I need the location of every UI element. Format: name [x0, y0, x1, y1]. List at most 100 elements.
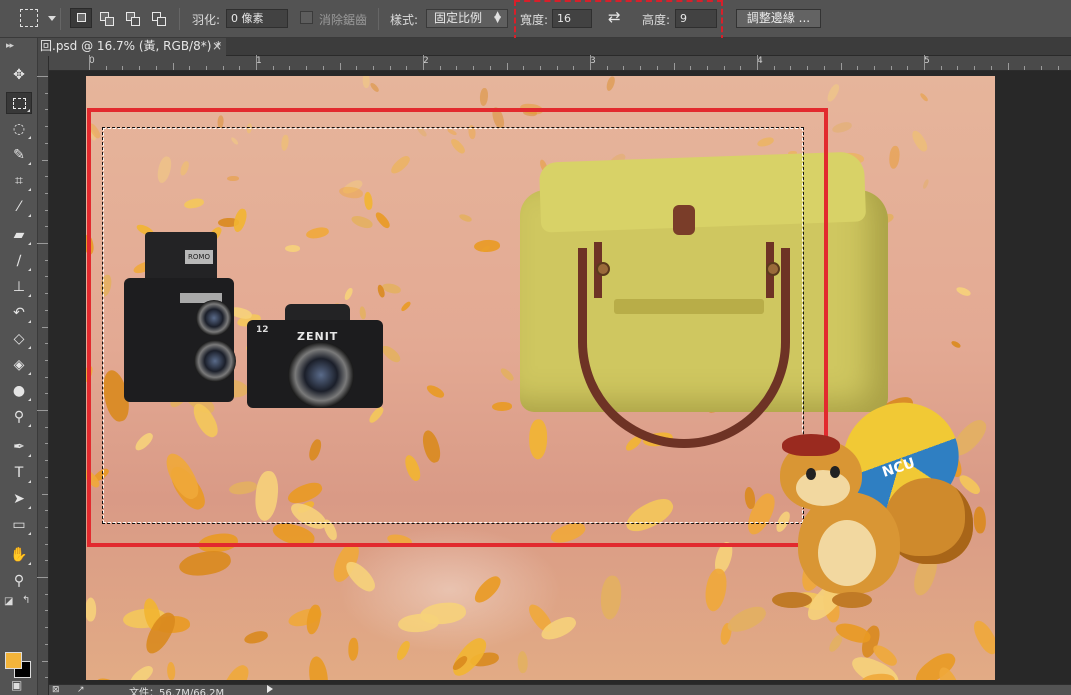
leaf — [99, 274, 113, 298]
paint-bucket-icon[interactable]: ◈ — [6, 354, 32, 376]
ruler-tick — [45, 359, 48, 361]
document-canvas-image[interactable] — [86, 76, 995, 680]
leaf — [621, 493, 678, 539]
add-to-selection-button[interactable] — [96, 8, 118, 28]
divider — [60, 8, 61, 30]
tool-preset-picker[interactable] — [20, 9, 38, 27]
panel-collapse-icon[interactable]: ▸▸ — [6, 41, 14, 51]
path-selection-icon[interactable]: ➤ — [6, 488, 32, 510]
swap-colors-icon[interactable]: ↰ — [22, 595, 30, 606]
ruler-tick — [139, 66, 141, 70]
leaf — [667, 247, 691, 259]
zoom-level-box-icon[interactable]: ⊠ — [52, 685, 60, 695]
ruler-tick — [573, 66, 575, 70]
leaf — [86, 233, 95, 255]
ruler-tick — [45, 460, 48, 462]
leaf — [245, 342, 274, 359]
leaf — [968, 616, 995, 657]
hand-icon[interactable]: ✋ — [6, 544, 32, 566]
ruler-tick — [957, 66, 959, 70]
ruler-tick — [45, 560, 48, 562]
clone-stamp-icon[interactable]: ⊥ — [6, 276, 32, 298]
eyedropper-icon[interactable]: ⁄ — [6, 196, 32, 218]
tool-group-corner-icon — [28, 424, 31, 427]
options-bar: 羽化: 0 像素 消除鋸齒 樣式: 固定比例 ▲ ▼ 寬度: 16 ⇄ 高度: 9… — [0, 0, 1071, 41]
leaf — [546, 302, 552, 314]
subtract-from-selection-button[interactable] — [122, 8, 144, 28]
eraser-icon[interactable]: ◇ — [6, 328, 32, 350]
divider — [179, 8, 180, 30]
document-tab[interactable]: 回.psd @ 16.7% (黃, RGB/8*) * × — [38, 38, 226, 56]
add-selection-icon-part — [105, 17, 114, 26]
quick-selection-icon[interactable]: ✎ — [6, 144, 32, 166]
leaf — [724, 601, 770, 637]
tool-group-corner-icon — [28, 506, 31, 509]
ruler-tick — [1024, 66, 1026, 70]
move-icon[interactable]: ✥ — [6, 64, 32, 86]
ruler-tick — [773, 66, 775, 70]
zoom-icon[interactable]: ⚲ — [6, 570, 32, 592]
leaf — [825, 82, 841, 104]
ruler-tick — [656, 66, 658, 70]
ruler-tick — [45, 376, 48, 378]
ruler-tick — [256, 55, 257, 70]
spot-healing-icon[interactable]: ▰ — [6, 224, 32, 246]
leaf — [362, 76, 371, 88]
close-icon[interactable]: × — [212, 38, 222, 55]
history-brush-icon[interactable]: ↶ — [6, 302, 32, 324]
leaf — [134, 222, 155, 238]
tool-group-corner-icon — [28, 294, 31, 297]
rectangular-marquee-icon[interactable] — [6, 92, 32, 114]
leaf — [956, 472, 983, 498]
leaf — [86, 597, 97, 622]
foreground-color-swatch[interactable] — [5, 652, 22, 669]
marquee-glyph — [12, 97, 26, 109]
new-selection-button[interactable] — [70, 8, 92, 28]
leaf — [610, 250, 640, 275]
ruler-tick — [590, 55, 591, 70]
feather-label: 羽化: — [192, 13, 221, 27]
leaf — [385, 533, 413, 549]
leaf — [415, 125, 428, 138]
status-menu-arrow-icon[interactable] — [267, 685, 273, 693]
ruler-tick — [640, 66, 642, 70]
leaf — [395, 638, 413, 662]
leaf — [788, 150, 798, 156]
antialias-label: 消除鋸齒 — [319, 13, 368, 27]
ruler-tick — [45, 192, 48, 194]
refine-edge-button[interactable]: 調整邊緣 ... — [736, 9, 821, 28]
document-tab-title: 回.psd @ 16.7% (黃, RGB/8*) * — [40, 39, 222, 53]
crop-icon[interactable]: ⌗ — [6, 170, 32, 192]
ruler-tick — [706, 66, 708, 70]
leaf — [814, 169, 820, 182]
blur-icon[interactable]: ● — [6, 380, 32, 402]
tool-group-corner-icon — [28, 480, 31, 483]
ruler-tick — [45, 426, 48, 428]
rectangle-shape-icon[interactable]: ▭ — [6, 514, 32, 536]
feather-input[interactable]: 0 像素 — [226, 9, 288, 28]
leaf — [420, 428, 444, 464]
screen-mode-icon[interactable]: ▣ — [11, 678, 22, 692]
ruler-tick — [924, 55, 925, 70]
chevron-down-icon[interactable] — [48, 16, 56, 21]
brush-icon[interactable]: ∕ — [6, 250, 32, 272]
dodge-icon[interactable]: ⚲ — [6, 406, 32, 428]
leaf — [909, 550, 941, 598]
pen-icon[interactable]: ✒ — [6, 436, 32, 458]
ruler-tick — [823, 66, 825, 70]
share-icon[interactable]: ↗ — [77, 685, 85, 695]
subtract-selection-icon-part — [131, 17, 140, 26]
style-select[interactable]: 固定比例 ▲ ▼ — [426, 9, 508, 28]
leaf — [918, 92, 929, 102]
horizontal-ruler[interactable]: 0 1 2 3 4 5 — [48, 55, 1071, 71]
leaf — [206, 376, 249, 399]
leaf — [605, 76, 617, 93]
vertical-ruler[interactable] — [37, 56, 49, 695]
intersect-selection-button[interactable] — [148, 8, 170, 28]
default-colors-icon[interactable]: ◪ — [4, 596, 13, 607]
antialias-checkbox[interactable] — [300, 11, 313, 24]
leaf — [705, 162, 724, 187]
type-icon[interactable]: T — [6, 462, 32, 484]
leaf — [349, 213, 375, 230]
lasso-icon[interactable]: ◌ — [6, 118, 32, 140]
